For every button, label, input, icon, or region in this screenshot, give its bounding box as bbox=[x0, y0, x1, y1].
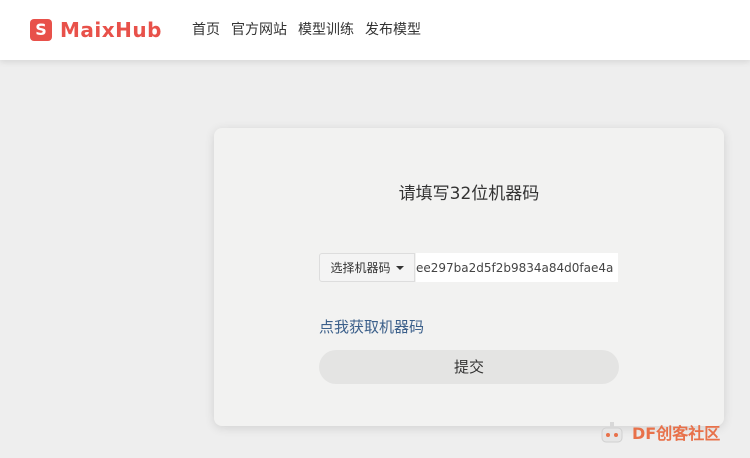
machine-code-input[interactable] bbox=[416, 253, 618, 282]
watermark-text: DF创客社区 bbox=[632, 424, 721, 443]
nav-item-official-site[interactable]: 官方网站 bbox=[231, 20, 287, 40]
dfrobot-watermark: DF创客社区 bbox=[596, 418, 720, 446]
robot-icon bbox=[601, 422, 623, 443]
submit-button[interactable]: 提交 bbox=[319, 350, 619, 384]
caret-down-icon bbox=[395, 265, 404, 270]
nav-item-publish-model[interactable]: 发布模型 bbox=[365, 20, 421, 40]
select-machine-code-dropdown[interactable]: 选择机器码 bbox=[319, 253, 415, 282]
nav-item-model-training[interactable]: 模型训练 bbox=[298, 20, 354, 40]
nav-links: 首页 官方网站 模型训练 发布模型 bbox=[192, 20, 421, 40]
maixhub-logo[interactable]: S MaixHub bbox=[30, 18, 162, 42]
card-title: 请填写32位机器码 bbox=[398, 184, 540, 204]
get-machine-code-link[interactable]: 点我获取机器码 bbox=[319, 316, 424, 337]
select-label: 选择机器码 bbox=[330, 261, 391, 275]
logo-text: MaixHub bbox=[60, 18, 162, 42]
nav-item-home[interactable]: 首页 bbox=[192, 20, 220, 40]
top-navbar: S MaixHub 首页 官方网站 模型训练 发布模型 bbox=[0, 0, 750, 60]
logo-icon: S bbox=[30, 19, 52, 41]
machine-code-card: 请填写32位机器码 选择机器码 点我获取机器码 提交 bbox=[214, 128, 724, 426]
